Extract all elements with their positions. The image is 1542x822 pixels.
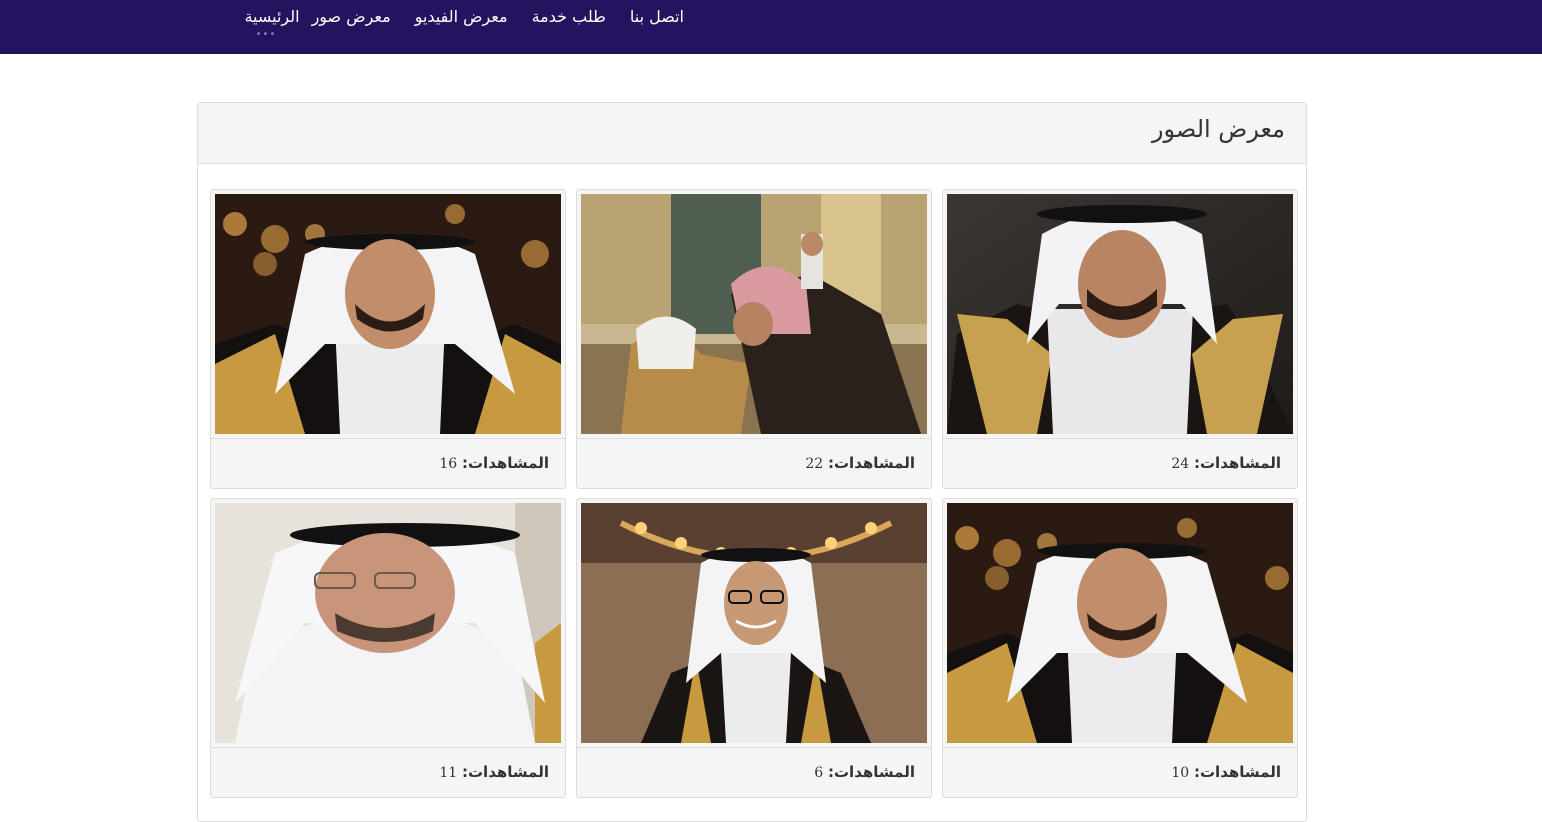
gallery-card[interactable]: المشاهدات: 6 <box>576 498 932 798</box>
card-divider <box>943 438 1297 439</box>
portrait-man-smiling-bokeh-icon[interactable] <box>947 503 1293 743</box>
nav-item-home[interactable]: الرئيسية ••• <box>232 0 299 54</box>
card-divider <box>211 747 565 748</box>
gallery-card[interactable]: المشاهدات: 16 <box>210 189 566 489</box>
card-divider <box>577 747 931 748</box>
nav-item-label: معرض الفيديو <box>414 7 508 26</box>
card-divider <box>211 438 565 439</box>
views-value: 22 <box>805 456 824 472</box>
portrait-elder-man-glasses-icon[interactable] <box>215 503 561 743</box>
views-label: المشاهدات: <box>461 454 549 472</box>
views-value: 6 <box>814 765 824 781</box>
photo-thumbnail <box>215 503 561 743</box>
nav-item-label: اتصل بنا <box>629 7 684 26</box>
portrait-man-smiling-bokeh-icon[interactable] <box>215 194 561 434</box>
top-navbar: الرئيسية ••• معرض صور معرض الفيديو طلب خ… <box>0 0 1542 54</box>
photo-thumbnail <box>581 194 927 434</box>
man-glasses-chandelier-photo-icon[interactable] <box>581 503 927 743</box>
views-label: المشاهدات: <box>461 763 549 781</box>
views-count: المشاهدات: 22 <box>805 454 915 472</box>
views-count: المشاهدات: 11 <box>439 763 549 781</box>
gallery-card[interactable]: المشاهدات: 11 <box>210 498 566 798</box>
views-label: المشاهدات: <box>827 763 915 781</box>
views-value: 11 <box>439 765 458 781</box>
views-label: المشاهدات: <box>1193 454 1281 472</box>
views-count: المشاهدات: 6 <box>814 763 915 781</box>
active-indicator-icon: ••• <box>255 29 277 40</box>
nav-item-video-gallery[interactable]: معرض الفيديو <box>403 0 520 54</box>
card-divider <box>577 438 931 439</box>
nav-item-contact[interactable]: اتصل بنا <box>618 0 696 54</box>
views-count: المشاهدات: 24 <box>1171 454 1281 472</box>
man-kissing-elder-hand-photo-icon[interactable] <box>581 194 927 434</box>
nav-item-service-request[interactable]: طلب خدمة <box>520 0 618 54</box>
photo-thumbnail <box>581 503 927 743</box>
views-value: 10 <box>1171 765 1190 781</box>
views-count: المشاهدات: 10 <box>1171 763 1281 781</box>
gallery-grid: المشاهدات: 24 المشاهدات: 22 المشاهدات: 1… <box>208 189 1298 798</box>
views-value: 24 <box>1171 456 1190 472</box>
views-label: المشاهدات: <box>827 454 915 472</box>
panel-heading: معرض الصور <box>198 103 1306 164</box>
photo-thumbnail <box>947 503 1293 743</box>
gallery-card[interactable]: المشاهدات: 10 <box>942 498 1298 798</box>
gallery-panel: معرض الصور المشاهدات: 24 المشاهدات: 22 ا… <box>197 102 1307 822</box>
nav-item-label: طلب خدمة <box>531 7 606 26</box>
photo-thumbnail <box>947 194 1293 434</box>
photo-thumbnail <box>215 194 561 434</box>
nav-item-label: الرئيسية <box>244 7 300 26</box>
card-divider <box>943 747 1297 748</box>
nav-item-label: معرض صور <box>311 7 391 26</box>
page-title: معرض الصور <box>1151 115 1285 143</box>
main-nav: الرئيسية ••• معرض صور معرض الفيديو طلب خ… <box>232 0 696 54</box>
gallery-card[interactable]: المشاهدات: 24 <box>942 189 1298 489</box>
gallery-card[interactable]: المشاهدات: 22 <box>576 189 932 489</box>
views-value: 16 <box>439 456 458 472</box>
nav-item-photo-gallery[interactable]: معرض صور <box>300 0 403 54</box>
portrait-man-gold-bisht-icon[interactable] <box>947 194 1293 434</box>
views-label: المشاهدات: <box>1193 763 1281 781</box>
views-count: المشاهدات: 16 <box>439 454 549 472</box>
